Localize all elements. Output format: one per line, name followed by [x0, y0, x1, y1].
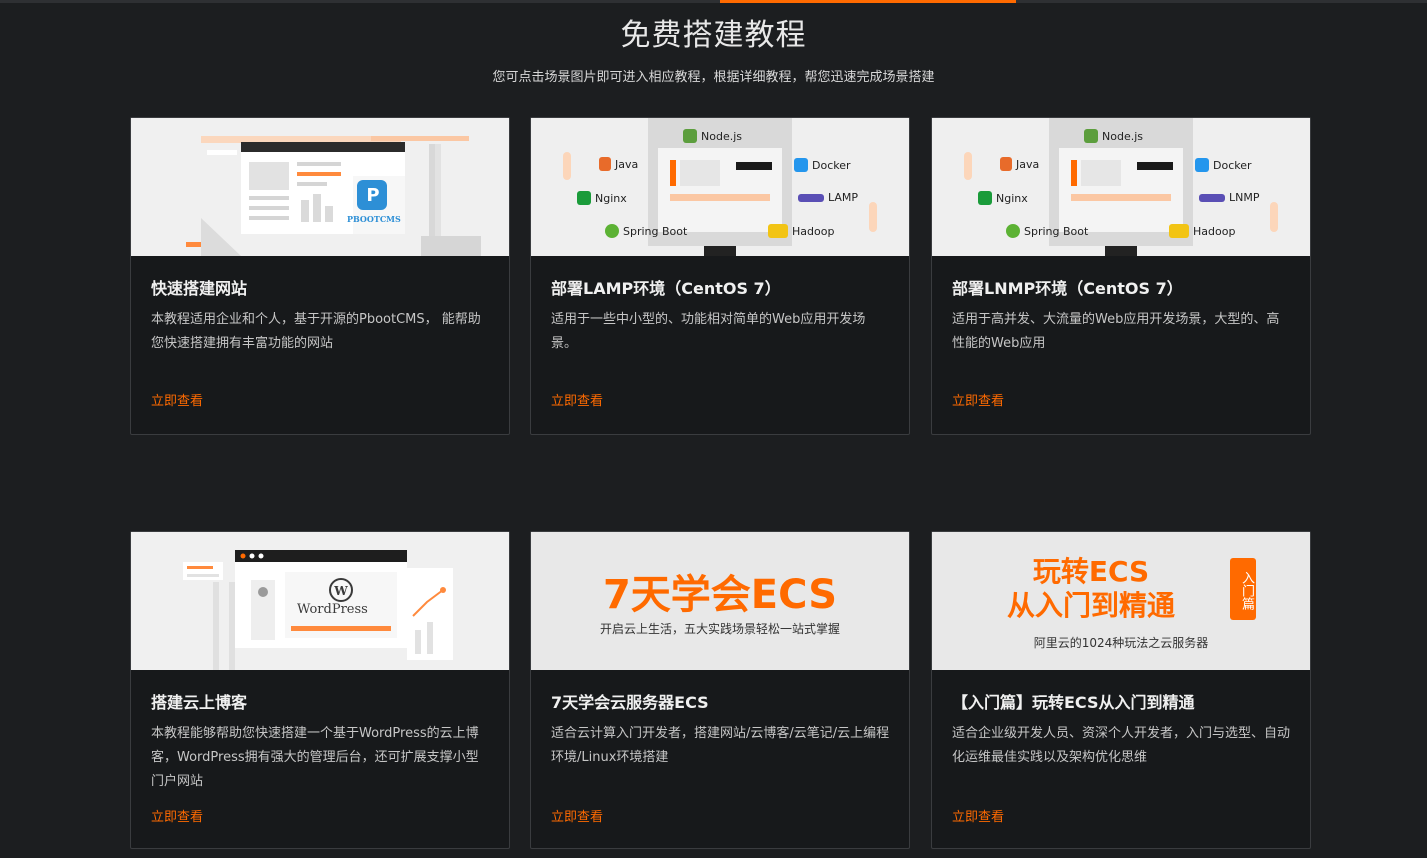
card-description: 适用于高并发、大流量的Web应用开发场景，大型的、高性能的Web应用: [952, 312, 1280, 351]
card-image-pbootcms[interactable]: P PBOOTCMS: [131, 118, 509, 256]
svg-text:P: P: [366, 185, 379, 206]
svg-text:W: W: [333, 584, 348, 598]
ecs-headline-2: 从入门到精通: [1006, 589, 1175, 622]
active-tab-indicator: [720, 0, 1016, 3]
springboot-icon: [1006, 224, 1020, 238]
card-title: 快速搭建网站: [151, 279, 248, 298]
springboot-label: Spring Boot: [1006, 224, 1088, 238]
card-title: 部署LAMP环境（CentOS 7）: [551, 279, 781, 298]
wordpress-illustration: W: [131, 532, 509, 670]
lamp-icon: [798, 193, 824, 202]
docker-label: Docker: [1195, 158, 1252, 172]
card-description: 适合企业级开发人员、资深个人开发者，入门与选型、自动化运维最佳实践以及架构优化思…: [952, 726, 1291, 765]
card-description: 适合云计算入门开发者，搭建网站/云博客/云笔记/云上编程环境/Linux环境搭建: [551, 726, 890, 765]
hadoop-icon: [768, 224, 788, 238]
docker-label: Docker: [794, 158, 851, 172]
card-description: 本教程能够帮助您快速搭建一个基于WordPress的云上博客，WordPress…: [151, 726, 479, 789]
tutorial-card-lamp[interactable]: Node.js Java Nginx Spring Boot Docker LA…: [530, 117, 910, 435]
intro-badge: 入门篇: [1230, 558, 1256, 620]
java-icon: [599, 157, 611, 171]
card-title: 7天学会云服务器ECS: [551, 693, 709, 712]
card-description: 本教程适用企业和个人，基于开源的PbootCMS， 能帮助您快速搭建拥有丰富功能…: [151, 312, 481, 351]
section-title: 免费搭建教程: [620, 18, 807, 53]
view-now-link[interactable]: 立即查看: [151, 390, 203, 409]
lnmp-label: LNMP: [1199, 191, 1259, 204]
view-now-link[interactable]: 立即查看: [151, 806, 203, 825]
nodejs-label: Node.js: [1084, 129, 1143, 143]
card-title: 部署LNMP环境（CentOS 7）: [952, 279, 1183, 298]
tutorial-card-website[interactable]: P PBOOTCMS 快速搭建网站 本教程适用企业和个人，基于开源的PbootC…: [130, 117, 510, 435]
springboot-label: Spring Boot: [605, 224, 687, 238]
section-subtitle: 您可点击场景图片即可进入相应教程，根据详细教程，帮您迅速完成场景搭建: [492, 70, 935, 85]
ecs-tagline: 开启云上生活，五大实践场景轻松一站式掌握: [599, 622, 840, 636]
tutorial-card-ecs-7days[interactable]: 7天学会ECS 开启云上生活，五大实践场景轻松一站式掌握 7天学会云服务器ECS…: [530, 531, 910, 849]
card-image-ecs-master[interactable]: 玩转ECS 从入门到精通 入门篇 阿里云的1024种玩法之云服务器: [932, 532, 1310, 670]
java-label: Java: [1000, 157, 1039, 171]
nginx-icon: [577, 191, 591, 205]
java-icon: [1000, 157, 1012, 171]
card-description: 适用于一些中小型的、功能相对简单的Web应用开发场景。: [551, 312, 866, 351]
tutorial-card-blog[interactable]: W WordPress 搭建云上博客 本教程能够帮助您快速搭建一个基于WordP…: [130, 531, 510, 849]
view-now-link[interactable]: 立即查看: [551, 390, 603, 409]
website-illustration: P: [131, 118, 509, 256]
card-image-wordpress[interactable]: W WordPress: [131, 532, 509, 670]
tutorial-card-ecs-master[interactable]: 玩转ECS 从入门到精通 入门篇 阿里云的1024种玩法之云服务器 【入门篇】玩…: [931, 531, 1311, 849]
hadoop-icon: [1169, 224, 1189, 238]
ecs-headline: 7天学会ECS: [602, 572, 838, 618]
springboot-icon: [605, 224, 619, 238]
card-title: 【入门篇】玩转ECS从入门到精通: [952, 693, 1195, 712]
docker-icon: [1195, 158, 1209, 172]
nginx-label: Nginx: [577, 191, 627, 205]
pbootcms-logo-text: PBOOTCMS: [347, 214, 401, 224]
nodejs-label: Node.js: [683, 129, 742, 143]
card-image-lnmp[interactable]: Node.js Java Nginx Spring Boot Docker LN…: [932, 118, 1310, 256]
hadoop-label: Hadoop: [768, 224, 834, 238]
nodejs-icon: [683, 129, 697, 143]
lamp-label: LAMP: [798, 191, 858, 204]
nginx-icon: [978, 191, 992, 205]
nodejs-icon: [1084, 129, 1098, 143]
view-now-link[interactable]: 立即查看: [952, 390, 1004, 409]
tutorial-card-lnmp[interactable]: Node.js Java Nginx Spring Boot Docker LN…: [931, 117, 1311, 435]
card-image-ecs-7days[interactable]: 7天学会ECS 开启云上生活，五大实践场景轻松一站式掌握: [531, 532, 909, 670]
ecs-tagline: 阿里云的1024种玩法之云服务器: [1033, 636, 1209, 650]
hadoop-label: Hadoop: [1169, 224, 1235, 238]
nginx-label: Nginx: [978, 191, 1028, 205]
view-now-link[interactable]: 立即查看: [952, 806, 1004, 825]
top-divider: [0, 0, 1427, 3]
lnmp-icon: [1199, 193, 1225, 202]
java-label: Java: [599, 157, 638, 171]
card-title: 搭建云上博客: [151, 693, 248, 712]
docker-icon: [794, 158, 808, 172]
view-now-link[interactable]: 立即查看: [551, 806, 603, 825]
wordpress-logo-text: WordPress: [297, 602, 368, 617]
card-image-lamp[interactable]: Node.js Java Nginx Spring Boot Docker LA…: [531, 118, 909, 256]
